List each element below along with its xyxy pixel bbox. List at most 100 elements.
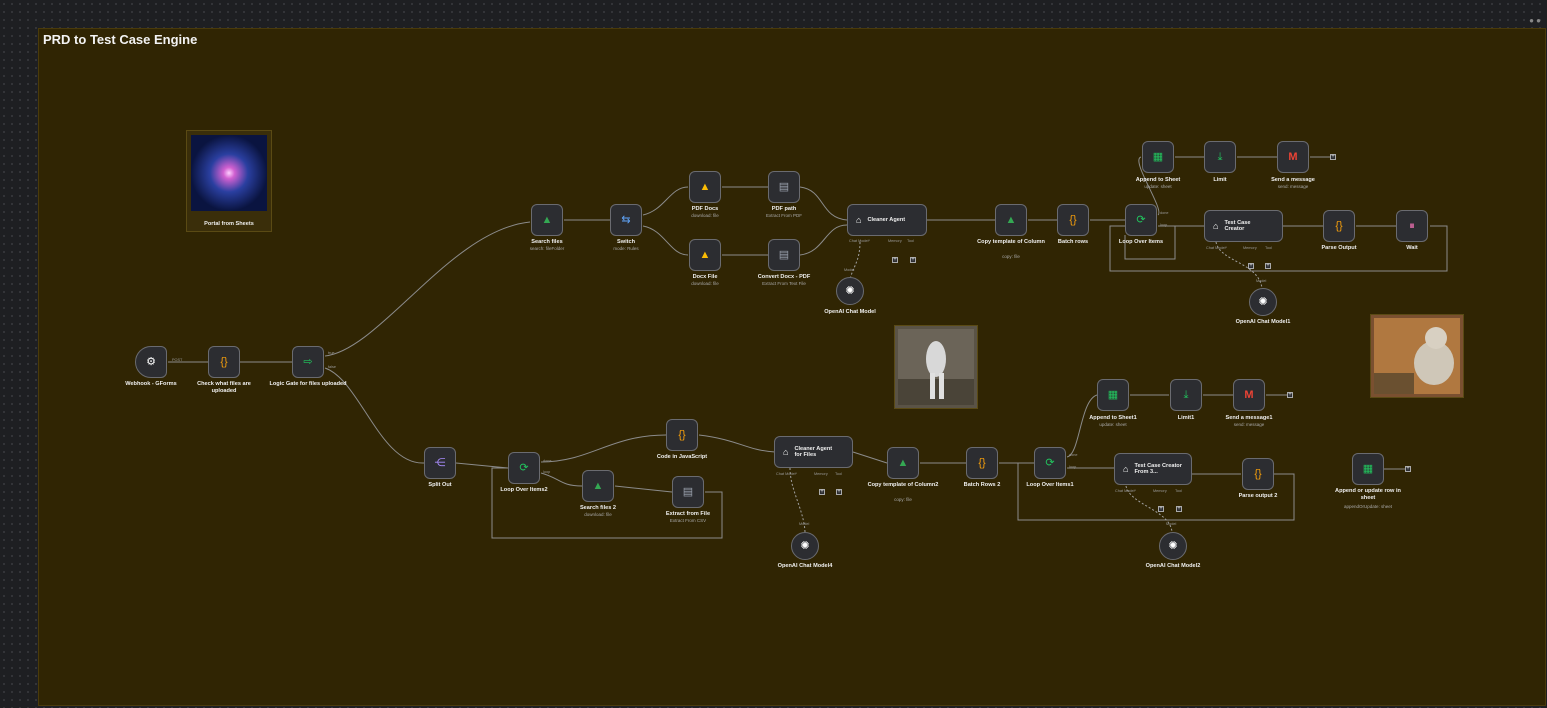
chat-model-port: Chat Model* (849, 239, 870, 243)
memory-port: Memory (814, 472, 828, 476)
openai-node[interactable]: ✺ (836, 277, 864, 305)
google-drive-icon: ▲ (897, 456, 909, 469)
parse-output2-node[interactable]: {} (1242, 458, 1274, 490)
loop-items1-node[interactable]: ⟳ (1034, 447, 1066, 479)
add-tool-button[interactable]: + (836, 489, 842, 495)
dancer-image[interactable] (894, 325, 978, 409)
logic-gate-node[interactable]: ⇨ (292, 346, 324, 378)
search-files-label: Search files (531, 239, 563, 245)
file-extract-icon: ▤ (778, 248, 790, 261)
signpost-icon: ⇨ (303, 355, 313, 368)
parse-output-label: Parse Output (1321, 245, 1357, 251)
add-memory-button[interactable]: + (1158, 506, 1164, 512)
google-drive-icon: ▲ (592, 479, 604, 492)
openai-node[interactable]: ✺ (791, 532, 819, 560)
append-sheet1-sub: update: sheet (1099, 422, 1127, 427)
pdf-docs-node[interactable]: ▲ (689, 171, 721, 203)
copy-template-node[interactable]: ▲ (995, 204, 1027, 236)
check-files-node[interactable]: {} (208, 346, 240, 378)
openai-icon: ✺ (1258, 295, 1268, 308)
limit-label: Limit (1213, 177, 1227, 183)
openai-icon: ✺ (1168, 539, 1178, 552)
extract-file-node[interactable]: ▤ (672, 476, 704, 508)
file-extract-icon: ▤ (778, 180, 790, 193)
limit-node[interactable]: ⤓ (1204, 141, 1236, 173)
webhook-icon: ⚙ (146, 355, 156, 368)
portal-image[interactable]: Portal from Sheets (186, 130, 272, 232)
code-icon: {} (1069, 213, 1077, 226)
model-port: Model (1256, 279, 1267, 283)
google-drive-icon: ▲ (699, 180, 711, 193)
openai-icon: ✺ (845, 284, 855, 297)
workflow-canvas[interactable]: PRD to Test Case Engine ● ● Portal from … (0, 0, 1547, 708)
cleaner-agent2-node[interactable]: ⌂ Cleaner Agent for Files (774, 436, 853, 468)
copy-template2-node[interactable]: ▲ (887, 447, 919, 479)
cleaner-agent-node[interactable]: ⌂ Cleaner Agent (847, 204, 927, 236)
google-sheets-icon: ▦ (1152, 150, 1164, 163)
pdf-path-node[interactable]: ▤ (768, 171, 800, 203)
gmail-icon: M (1288, 150, 1298, 163)
append-sheet1-node[interactable]: ▦ (1097, 379, 1129, 411)
append-update-node[interactable]: ▦ (1352, 453, 1384, 485)
switch-node[interactable]: ⇆ (610, 204, 642, 236)
append-update-sub: appendOrUpdate: sheet (1343, 504, 1393, 509)
loop-items2-node[interactable]: ⟳ (508, 452, 540, 484)
send-message-node[interactable]: M (1277, 141, 1309, 173)
wait-node[interactable]: ⏸ (1396, 210, 1428, 242)
add-memory-button[interactable]: + (819, 489, 825, 495)
limit1-node[interactable]: ⤓ (1170, 379, 1202, 411)
search-files2-node[interactable]: ▲ (582, 470, 614, 502)
false-port: false (328, 365, 337, 369)
true-port: true (328, 351, 335, 355)
send-message1-node[interactable]: M (1233, 379, 1265, 411)
openai-icon: ✺ (800, 539, 810, 552)
search-files-node[interactable]: ▲ (531, 204, 563, 236)
openai-node[interactable]: ✺ (1249, 288, 1277, 316)
pdf-docs-sub: download: file (691, 213, 719, 218)
batch-rows-node[interactable]: {} (1057, 204, 1089, 236)
openai-label: OpenAI Chat Model1 (1235, 319, 1291, 325)
extract-file-sub: Extract From CSV (669, 518, 707, 523)
portal-label: Portal from Sheets (204, 221, 254, 227)
add-node-button[interactable]: + (1287, 392, 1293, 398)
convert-docx-node[interactable]: ▤ (768, 239, 800, 271)
tc-creator3-node[interactable]: ⌂ Test Case Creator From 3... (1114, 453, 1192, 485)
append-sheet1-label: Append to Sheet1 (1089, 415, 1137, 421)
send-message-sub: send: message (1277, 184, 1309, 189)
add-node-button[interactable]: + (1405, 466, 1411, 472)
webhook-port: POST (172, 358, 183, 362)
pdf-docs-label: PDF Docs (691, 206, 719, 212)
photo-image (1374, 318, 1460, 394)
add-tool-button[interactable]: + (1176, 506, 1182, 512)
memory-port: Memory (1243, 246, 1257, 250)
split-out-node[interactable]: ⋲ (424, 447, 456, 479)
add-memory-button[interactable]: + (1248, 263, 1254, 269)
tc-creator-node[interactable]: ⌂ Test Case Creator (1204, 210, 1283, 242)
tool-port: Tool (907, 239, 914, 243)
loop-items-node[interactable]: ⟳ (1125, 204, 1157, 236)
code-icon: {} (1335, 219, 1343, 232)
add-node-button[interactable]: + (1330, 154, 1336, 160)
split-out-label: Split Out (428, 482, 452, 488)
model-port: Model (799, 522, 810, 526)
webhook-node[interactable]: ⚙ (135, 346, 167, 378)
code-icon: {} (678, 428, 686, 441)
tool-port: Tool (835, 472, 842, 476)
openai-label: OpenAI Chat Model (824, 309, 876, 315)
add-tool-button[interactable]: + (910, 257, 916, 263)
cat-image[interactable] (1370, 314, 1464, 398)
send-message1-sub: send: message (1233, 422, 1265, 427)
parse-output-node[interactable]: {} (1323, 210, 1355, 242)
add-tool-button[interactable]: + (1265, 263, 1271, 269)
docx-file-sub: download: file (691, 281, 719, 286)
photo-image (898, 329, 974, 405)
docx-file-node[interactable]: ▲ (689, 239, 721, 271)
add-memory-button[interactable]: + (892, 257, 898, 263)
openai-node[interactable]: ✺ (1159, 532, 1187, 560)
batch-rows2-node[interactable]: {} (966, 447, 998, 479)
code-js-node[interactable]: {} (666, 419, 698, 451)
file-extract-icon: ▤ (682, 485, 694, 498)
append-sheet-node[interactable]: ▦ (1142, 141, 1174, 173)
cleaner-agent2-label: Cleaner Agent for Files (794, 445, 833, 459)
robot-icon: ⌂ (783, 446, 789, 457)
